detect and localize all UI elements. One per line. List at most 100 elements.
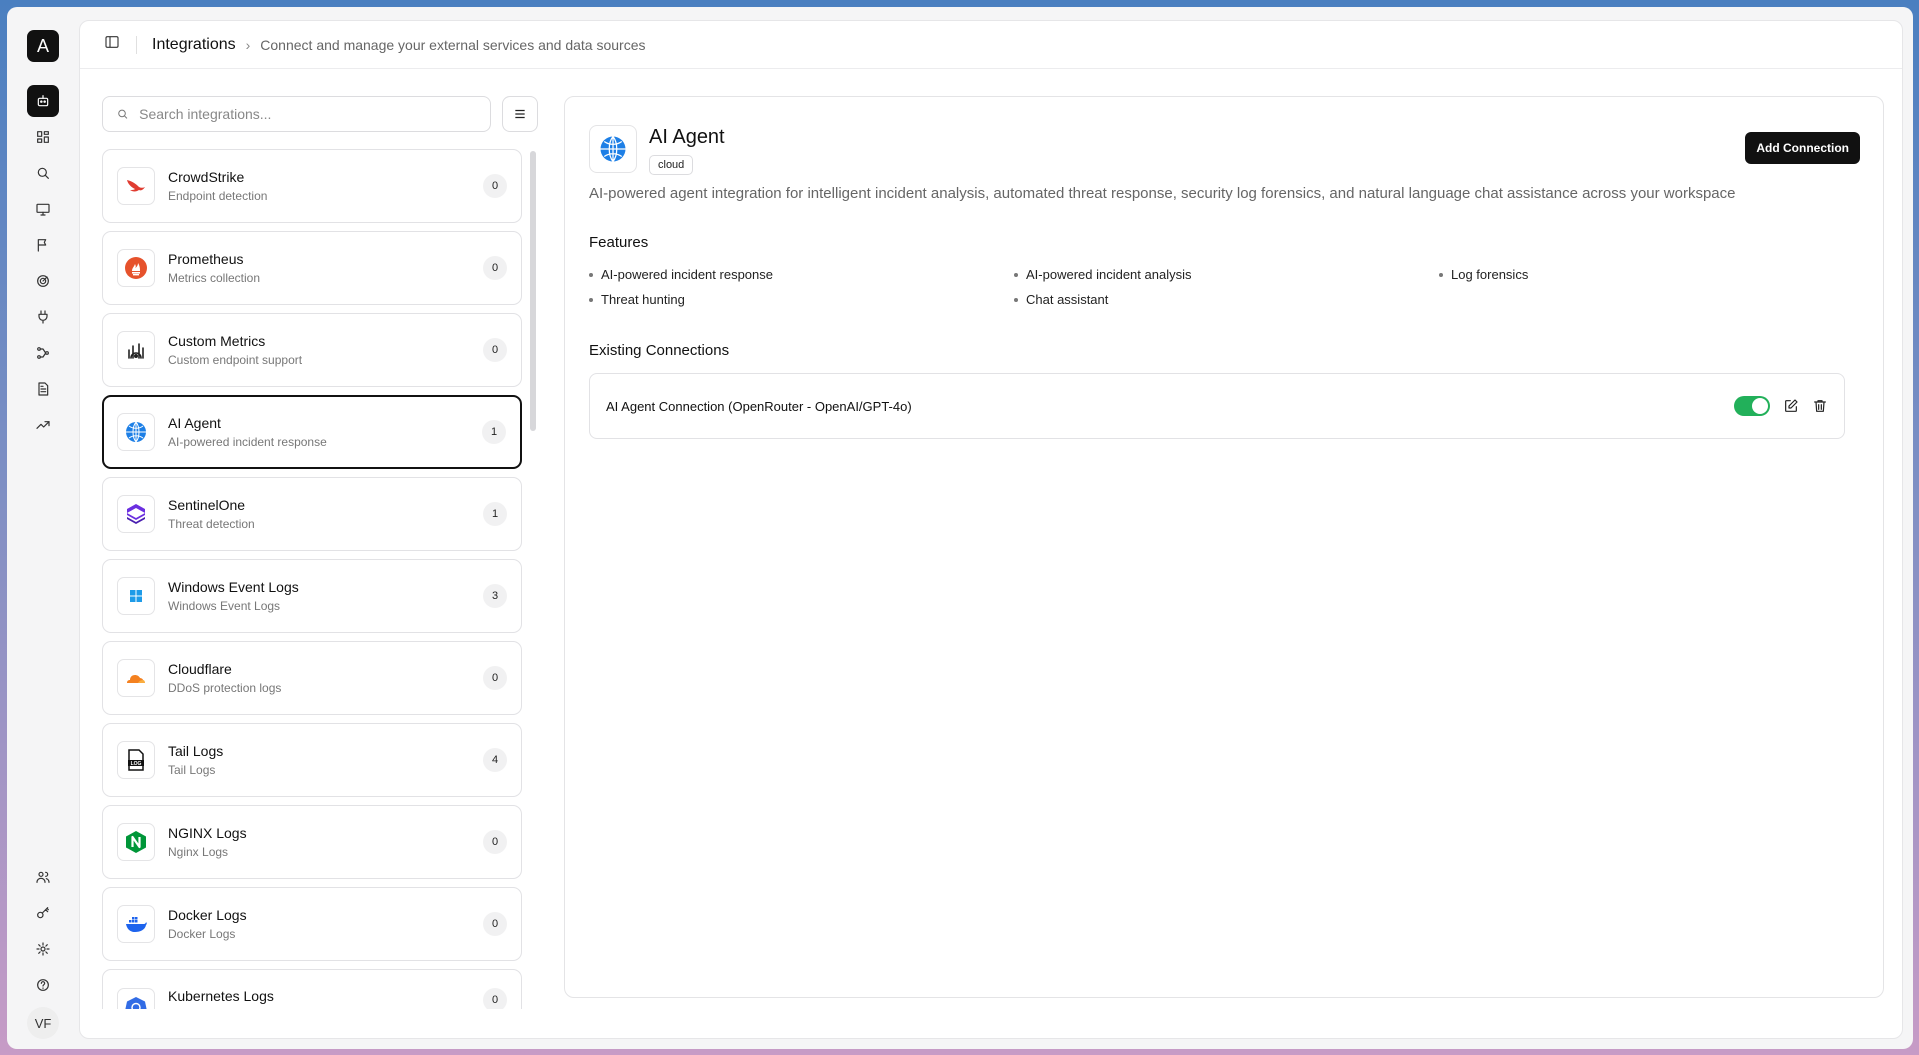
connection-count-badge: 4 [483,748,507,772]
item-name: Prometheus [168,251,244,267]
prometheus-icon [117,249,155,287]
connections-heading: Existing Connections [589,342,730,359]
page-subtitle: Connect and manage your external service… [260,36,646,53]
log-file-icon: LOG [117,741,155,779]
connection-count-badge: 0 [483,830,507,854]
workflow-icon[interactable] [27,337,59,369]
item-name: AI Agent [168,415,221,431]
integration-list: CrowdStrike Endpoint detection 0 Prometh… [102,149,522,1009]
search-box [102,96,491,132]
connection-count-badge: 1 [483,502,507,526]
search-input[interactable] [139,106,490,122]
connection-count-badge: 0 [483,256,507,280]
trend-icon[interactable] [27,409,59,441]
list-item[interactable]: Cloudflare DDoS protection logs 0 [102,641,522,715]
plug-icon[interactable] [27,301,59,333]
integration-detail-panel: AI Agent cloud Add Connection AI-powered… [564,96,1884,998]
detail-title: AI Agent [649,126,725,148]
connection-count-badge: 0 [483,174,507,198]
app-logo[interactable]: A [27,30,59,62]
crowdstrike-icon [117,167,155,205]
icon-rail: A VF [7,7,79,1049]
monitor-icon[interactable] [27,193,59,225]
list-item[interactable]: Windows Event Logs Windows Event Logs 3 [102,559,522,633]
users-icon[interactable] [27,861,59,893]
list-item[interactable]: Prometheus Metrics collection 0 [102,231,522,305]
item-name: Tail Logs [168,743,224,759]
item-name: Cloudflare [168,661,232,677]
list-scrollbar[interactable] [530,151,536,431]
svg-text:LOG: LOG [131,761,142,767]
item-name: SentinelOne [168,497,246,513]
robot-icon[interactable] [27,85,59,117]
list-item[interactable]: SentinelOne Threat detection 1 [102,477,522,551]
main-panel: Integrations › Connect and manage your e… [79,20,1903,1039]
custom-metrics-icon [117,331,155,369]
key-icon[interactable] [27,897,59,929]
item-name: Windows Event Logs [168,579,299,595]
features-heading: Features [589,234,649,251]
item-description: Nginx Logs [168,845,229,859]
header-bar: Integrations › Connect and manage your e… [80,21,1902,69]
trash-icon[interactable] [1812,398,1828,414]
document-icon[interactable] [27,373,59,405]
list-item-selected[interactable]: AI Agent AI-powered incident response 1 [102,395,522,469]
item-name: NGINX Logs [168,825,247,841]
feature-item: AI-powered incident analysis [1014,267,1439,282]
connection-count-badge: 0 [483,338,507,362]
item-name: Docker Logs [168,907,247,923]
connection-count-badge: 0 [483,666,507,690]
item-name: Custom Metrics [168,333,266,349]
item-name: Kubernetes Logs [168,988,274,1004]
item-description: Metrics collection [168,271,261,285]
detail-description: AI-powered agent integration for intelli… [589,185,1736,202]
ai-agent-icon [117,413,155,451]
list-item[interactable]: LOG Tail Logs Tail Logs 4 [102,723,522,797]
page-title: Integrations [152,35,236,53]
integration-list-column: CrowdStrike Endpoint detection 0 Prometh… [102,96,542,1038]
feature-item: Log forensics [1439,267,1864,282]
item-description: AI-powered incident response [168,435,327,449]
item-description: Custom endpoint support [168,353,303,367]
list-item[interactable]: CrowdStrike Endpoint detection 0 [102,149,522,223]
connection-count-badge: 3 [483,584,507,608]
cloudflare-icon [117,659,155,697]
app-window: A VF Integrations › Connect and manage y… [7,7,1913,1049]
connection-count-badge: 1 [482,420,506,444]
connection-count-badge: 0 [483,912,507,936]
item-name: CrowdStrike [168,169,245,185]
menu-icon [515,109,525,119]
gear-icon[interactable] [27,933,59,965]
item-description: Windows Event Logs [168,599,281,613]
item-description: Docker Logs [168,927,236,941]
connection-count-badge: 0 [483,988,507,1009]
connection-toggle[interactable] [1734,396,1770,416]
sentinelone-icon [117,495,155,533]
header-divider [136,35,137,54]
add-connection-button[interactable]: Add Connection [1745,132,1860,164]
chevron-right-icon: › [245,36,251,53]
avatar[interactable]: VF [27,1007,59,1039]
list-menu-button[interactable] [502,96,538,132]
ai-agent-icon [589,125,637,173]
item-description: Tail Logs [168,763,216,777]
nginx-icon [117,823,155,861]
feature-item: Threat hunting [589,292,1014,307]
search-icon[interactable] [27,157,59,189]
edit-icon[interactable] [1783,398,1799,414]
features-list: AI-powered incident response AI-powered … [589,267,1869,307]
sidebar-toggle-icon[interactable] [104,34,120,55]
list-item[interactable]: Kubernetes Logs 0 [102,969,522,1009]
kubernetes-icon [117,988,155,1009]
deployment-tag: cloud [649,155,694,175]
list-item[interactable]: NGINX Logs Nginx Logs 0 [102,805,522,879]
radar-icon[interactable] [27,265,59,297]
connection-name: AI Agent Connection (OpenRouter - OpenAI… [606,398,912,414]
dashboard-icon[interactable] [27,121,59,153]
flag-icon[interactable] [27,229,59,261]
item-description: Threat detection [168,517,255,531]
list-item[interactable]: Docker Logs Docker Logs 0 [102,887,522,961]
search-icon [118,109,128,119]
list-item[interactable]: Custom Metrics Custom endpoint support 0 [102,313,522,387]
help-icon[interactable] [27,969,59,1001]
